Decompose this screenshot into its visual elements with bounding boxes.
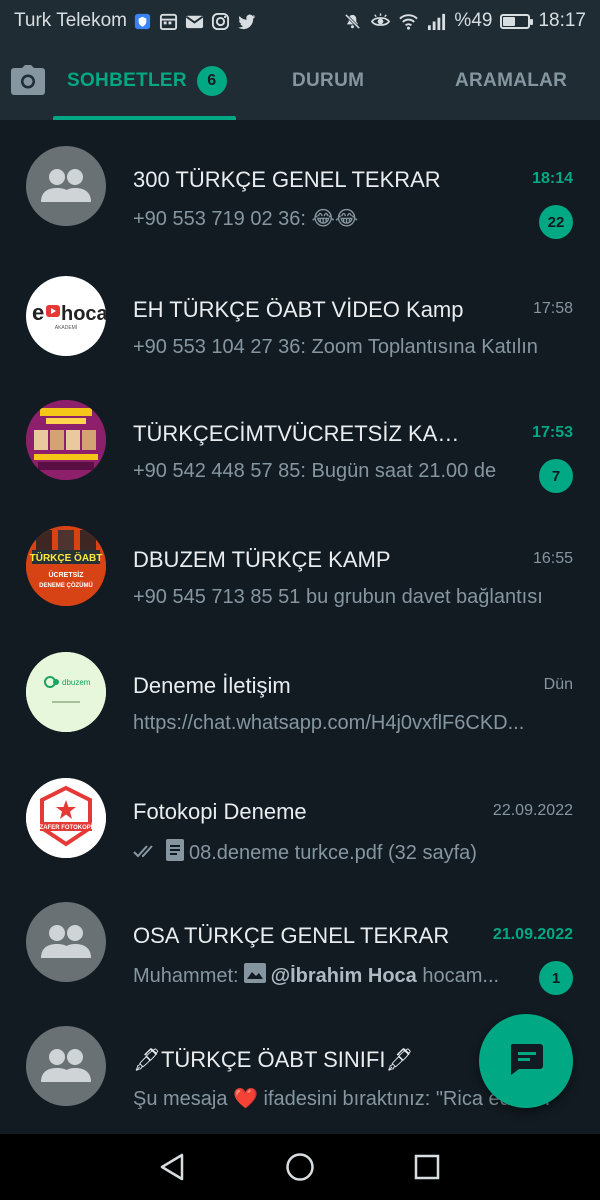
chat-preview-text: https://chat.whatsapp.com/H4j0vxflF6CKD.… — [133, 712, 525, 734]
chat-preview-text: +90 553 104 27 36: Zoom Toplantısına Kat… — [133, 336, 538, 358]
chat-preview-text: 08.deneme turkce.pdf (32 sayfa) — [189, 841, 477, 864]
logo-e: e — [32, 300, 44, 325]
poster-line3: DENEME ÇÖZÜMÜ — [39, 582, 93, 589]
signal-icon — [426, 11, 446, 31]
chat-row[interactable]: TÜRKÇE ÖABT ÜCRETSİZ DENEME ÇÖZÜMÜ DBUZE… — [0, 500, 600, 626]
chat-preview-text: @İbrahim Hoca hocam... — [271, 965, 499, 988]
document-icon — [165, 838, 185, 868]
battery-icon — [500, 13, 534, 29]
preview-rest: hocam... — [416, 964, 500, 987]
kamp-poster-image — [26, 400, 106, 480]
zafer-brand: ZAFER FOTOKOPİ — [40, 824, 93, 831]
zafer-fotokopi-logo: ZAFER FOTOKOPİ — [26, 778, 106, 858]
chat-name: 🖋TÜRKÇE ÖABT SINIFI🖋 — [133, 1047, 473, 1073]
clock: 18:17 — [538, 10, 586, 31]
camera-icon[interactable] — [8, 60, 48, 100]
chat-row[interactable]: 300 TÜRKÇE GENEL TEKRAR 18:14 +90 553 71… — [0, 120, 600, 246]
chat-preview: Muhammet: @İbrahim Hoca hocam... — [133, 962, 518, 990]
unread-badge: 22 — [539, 205, 573, 239]
poster-line1: TÜRKÇE ÖABT — [30, 551, 103, 564]
poster-line2: ÜCRETSİZ — [49, 570, 85, 579]
chat-preview-text: +90 553 719 02 36: 😂😂 — [133, 208, 359, 230]
logo-hoca: hoca — [61, 303, 106, 325]
carrier-label: Turk Telekom — [14, 10, 127, 31]
chat-row[interactable]: TÜRKÇECİMTVÜCRETSİZ KAMP2 17:53 +90 542 … — [0, 374, 600, 500]
chat-time: 21.09.2022 — [492, 926, 573, 943]
chat-time: 17:53 — [532, 424, 573, 441]
home-icon[interactable] — [275, 1142, 325, 1192]
system-nav-bar — [0, 1134, 600, 1200]
chat-name-text: TÜRKÇE ÖABT SINIFI — [160, 1047, 386, 1072]
chat-preview: +90 553 104 27 36: Zoom Toplantısına Kat… — [133, 336, 563, 359]
chat-preview: +90 545 713 85 51 bu grubun davet bağlan… — [133, 586, 563, 609]
heart-emoji: ❤️ — [233, 1088, 258, 1110]
preview-part-a: Şu mesaja — [133, 1088, 228, 1110]
chat-name: EH TÜRKÇE ÖABT VİDEO Kamp — [133, 297, 464, 322]
top-tab-bar: SOHBETLER 6 DURUM ARAMALAR — [0, 42, 600, 120]
chat-time: Dün — [543, 676, 573, 693]
dbuzem-logo: dbuzem — [26, 652, 106, 732]
recents-icon[interactable] — [402, 1142, 452, 1192]
tab-chats-label: SOHBETLER — [67, 70, 187, 91]
new-chat-icon — [507, 1042, 545, 1081]
chat-preview: +90 553 719 02 36: 😂😂 — [133, 206, 518, 231]
group-icon — [26, 146, 106, 226]
turkce-oabt-poster: TÜRKÇE ÖABT ÜCRETSİZ DENEME ÇÖZÜMÜ — [26, 526, 106, 606]
chat-row[interactable]: dbuzem Deneme İletişim Dün https://chat.… — [0, 626, 600, 752]
chat-name: OSA TÜRKÇE GENEL TEKRAR — [133, 923, 450, 948]
chat-time: 18:14 — [532, 170, 573, 187]
chat-preview: +90 542 448 57 85: Bugün saat 21.00 de — [133, 460, 518, 483]
chat-list[interactable]: 300 TÜRKÇE GENEL TEKRAR 18:14 +90 553 71… — [0, 120, 600, 1134]
battery-percent: %49 — [454, 10, 493, 31]
tab-status-label: DURUM — [292, 70, 365, 91]
e-hoca-logo: e hoca AKADEMİ — [26, 276, 106, 356]
instagram-icon — [211, 11, 231, 31]
chat-preview: 08.deneme turkce.pdf (32 sayfa) — [133, 838, 563, 868]
tab-calls[interactable]: ARAMALAR — [455, 42, 567, 120]
preview-mention: @İbrahim Hoca — [270, 964, 417, 987]
group-icon — [26, 1026, 106, 1106]
chat-name: DBUZEM TÜRKÇE KAMP — [133, 547, 391, 572]
new-chat-button[interactable] — [479, 1014, 573, 1108]
name-prefix-emoji: 🖋 — [133, 1047, 161, 1072]
logo-sub: AKADEMİ — [55, 324, 78, 331]
chat-preview-text: +90 545 713 85 51 bu grubun davet bağlan… — [133, 586, 543, 608]
chat-time: 17:58 — [532, 300, 573, 317]
chat-preview: https://chat.whatsapp.com/H4j0vxflF6CKD.… — [133, 712, 563, 735]
tab-chats-badge: 6 — [196, 66, 227, 96]
tab-chats[interactable]: SOHBETLER 6 — [67, 42, 227, 120]
chat-time: 16:55 — [532, 550, 573, 567]
chat-row[interactable]: ZAFER FOTOKOPİ Fotokopi Deneme 22.09.202… — [0, 752, 600, 878]
mail-icon — [185, 11, 205, 31]
chat-preview-text: +90 542 448 57 85: Bugün saat 21.00 de — [133, 460, 497, 482]
eye-comfort-icon — [370, 11, 390, 31]
chat-row[interactable]: OSA TÜRKÇE GENEL TEKRAR 21.09.2022 Muham… — [0, 876, 600, 1002]
chat-name: 300 TÜRKÇE GENEL TEKRAR — [133, 167, 441, 192]
back-icon[interactable] — [148, 1142, 198, 1192]
wifi-icon — [398, 11, 418, 31]
preview-sender: Muhammet: — [133, 964, 239, 987]
twitter-icon — [237, 11, 257, 31]
tab-status[interactable]: DURUM — [292, 42, 364, 120]
battery-level — [503, 16, 516, 26]
chat-name: TÜRKÇECİMTVÜCRETSİZ KAMP2 — [133, 421, 473, 446]
calendar-icon — [159, 11, 179, 31]
name-suffix-emoji: 🖋 — [385, 1047, 414, 1072]
chat-name: Deneme İletişim — [133, 673, 291, 698]
status-bar: Turk Telekom %49 18:17 — [0, 0, 600, 42]
unread-badge: 7 — [539, 459, 573, 493]
image-icon — [243, 962, 267, 990]
double-check-icon — [133, 842, 161, 865]
dbuzem-brand: dbuzem — [62, 678, 91, 687]
tab-calls-label: ARAMALAR — [455, 70, 568, 91]
unread-badge: 1 — [539, 961, 573, 995]
chat-row[interactable]: e hoca AKADEMİ EH TÜRKÇE ÖABT VİDEO Kamp… — [0, 250, 600, 376]
chat-name: Fotokopi Deneme — [133, 799, 307, 824]
shield-icon — [133, 11, 153, 31]
chat-time: 22.09.2022 — [492, 802, 573, 819]
group-icon — [26, 902, 106, 982]
mute-icon — [342, 11, 362, 31]
